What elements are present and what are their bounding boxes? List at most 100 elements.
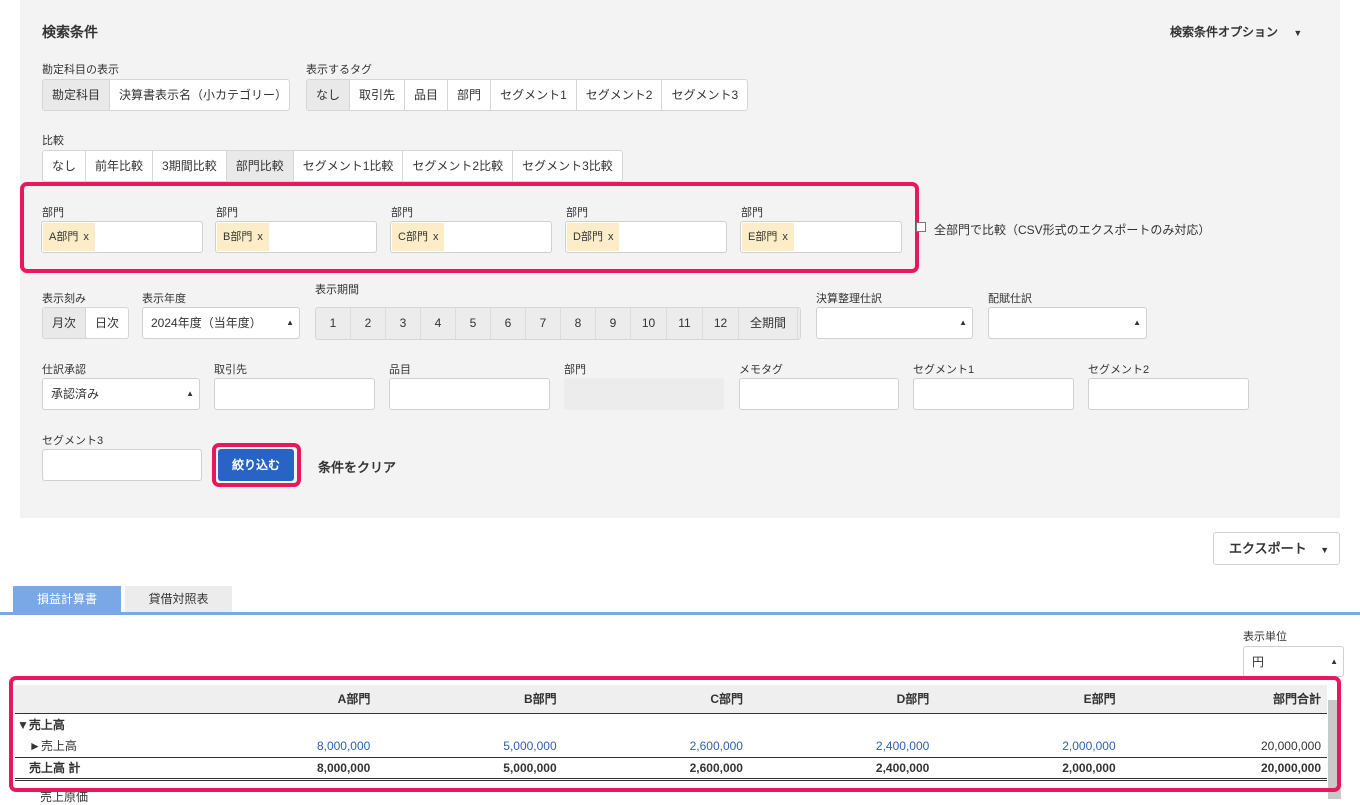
compare-option-segment2[interactable]: セグメント2比較 — [403, 151, 514, 181]
chip-remove-icon[interactable]: x — [433, 231, 439, 243]
approval-select[interactable]: 承認済み ▲ — [42, 378, 200, 410]
period-all[interactable]: 全期間 — [739, 308, 798, 339]
tag-option-partner[interactable]: 取引先 — [350, 80, 406, 110]
period-month-7[interactable]: 7 — [526, 308, 561, 339]
period-month-9[interactable]: 9 — [596, 308, 631, 339]
export-button[interactable]: エクスポート ▼ — [1213, 532, 1340, 565]
department-chip-a-label: A部門 — [49, 231, 79, 243]
department-chip-d-label: D部門 — [573, 231, 603, 243]
tag-option-segment1[interactable]: セグメント1 — [491, 80, 577, 110]
display-unit-daily[interactable]: 日次 — [86, 308, 128, 338]
period-month-2[interactable]: 2 — [351, 308, 386, 339]
compare-option-prev-year[interactable]: 前年比較 — [86, 151, 154, 181]
department-e-label: 部門 — [741, 207, 763, 219]
item-input[interactable] — [389, 378, 550, 410]
segment3-input[interactable] — [42, 449, 202, 481]
compare-toggle: なし 前年比較 3期間比較 部門比較 セグメント1比較 セグメント2比較 セグメ… — [42, 150, 623, 182]
search-options-toggle[interactable]: 検索条件オプション ▼ — [1170, 23, 1302, 40]
item-label: 品目 — [389, 364, 411, 376]
period-month-12[interactable]: 12 — [703, 308, 739, 339]
compare-option-department[interactable]: 部門比較 — [226, 151, 294, 181]
report-table-highlight — [9, 676, 1341, 792]
department-e-input[interactable]: E部門 x — [740, 221, 902, 253]
compare-label: 比較 — [42, 135, 64, 147]
period-month-8[interactable]: 8 — [561, 308, 596, 339]
department-b-label: 部門 — [216, 207, 238, 219]
fiscal-year-select[interactable]: 2024年度（当年度） ▲ — [142, 307, 300, 339]
department-chip-d: D部門 x — [567, 223, 620, 251]
period-month-6[interactable]: 6 — [491, 308, 526, 339]
chip-remove-icon[interactable]: x — [83, 231, 89, 243]
department-chip-a: A部門 x — [43, 223, 95, 251]
tag-display-toggle: なし 取引先 品目 部門 セグメント1 セグメント2 セグメント3 — [306, 79, 749, 111]
fiscal-year-value: 2024年度（当年度） — [151, 316, 262, 330]
filter-button[interactable]: 絞り込む — [218, 449, 294, 481]
tag-option-department[interactable]: 部門 — [448, 80, 492, 110]
period-month-11[interactable]: 11 — [667, 308, 703, 339]
all-department-compare-checkbox[interactable] — [916, 222, 926, 232]
display-unit-label: 表示刻み — [42, 293, 86, 305]
department-c-input[interactable]: C部門 x — [390, 221, 552, 253]
display-unit-amount-label: 表示単位 — [1243, 631, 1287, 643]
period-month-5[interactable]: 5 — [456, 308, 491, 339]
partner-input[interactable] — [214, 378, 375, 410]
department-chip-b: B部門 x — [217, 223, 269, 251]
select-arrows-icon: ▲ — [1330, 657, 1338, 666]
segment2-label: セグメント2 — [1088, 364, 1150, 376]
department-chip-c: C部門 x — [392, 223, 445, 251]
caret-down-icon: ▼ — [1293, 28, 1303, 38]
period-selector: 1 2 3 4 5 6 7 8 9 10 11 12 全期間 — [315, 307, 801, 340]
account-display-toggle: 勘定科目 決算書表示名（小カテゴリー） — [42, 79, 290, 111]
search-title: 検索条件 — [42, 24, 98, 40]
partner-label: 取引先 — [214, 364, 247, 376]
department-chip-c-label: C部門 — [398, 231, 428, 243]
period-month-1[interactable]: 1 — [316, 308, 351, 339]
period-month-3[interactable]: 3 — [386, 308, 421, 339]
tab-balance-sheet[interactable]: 貸借対照表 — [125, 586, 232, 613]
department-chip-e: E部門 x — [742, 223, 794, 251]
memo-tag-label: メモタグ — [739, 364, 783, 376]
department-d-label: 部門 — [566, 207, 588, 219]
chip-remove-icon[interactable]: x — [257, 231, 263, 243]
clear-conditions-link[interactable]: 条件をクリア — [318, 457, 396, 476]
memo-tag-input[interactable] — [739, 378, 899, 410]
segment1-input[interactable] — [913, 378, 1074, 410]
display-unit-amount-select[interactable]: 円 ▲ — [1243, 646, 1344, 677]
segment1-label: セグメント1 — [913, 364, 975, 376]
display-unit-monthly[interactable]: 月次 — [43, 308, 87, 338]
all-department-compare-label: 全部門で比較（CSV形式のエクスポートのみ対応） — [934, 223, 1211, 237]
department-a-input[interactable]: A部門 x — [41, 221, 203, 253]
period-month-4[interactable]: 4 — [421, 308, 456, 339]
tag-option-segment3[interactable]: セグメント3 — [662, 80, 747, 110]
tag-option-item[interactable]: 品目 — [405, 80, 449, 110]
allocation-entries-label: 配賦仕訳 — [988, 293, 1032, 305]
closing-entries-select[interactable]: ▲ — [816, 307, 973, 339]
period-month-10[interactable]: 10 — [631, 308, 667, 339]
chip-remove-icon[interactable]: x — [782, 231, 788, 243]
chip-remove-icon[interactable]: x — [608, 231, 614, 243]
compare-option-segment3[interactable]: セグメント3比較 — [513, 151, 622, 181]
account-display-label: 勘定科目の表示 — [42, 64, 119, 76]
department-filter-input — [564, 378, 724, 410]
compare-option-none[interactable]: なし — [43, 151, 87, 181]
department-d-input[interactable]: D部門 x — [565, 221, 727, 253]
select-arrows-icon: ▲ — [286, 318, 294, 327]
allocation-entries-select[interactable]: ▲ — [988, 307, 1147, 339]
export-button-label: エクスポート — [1229, 541, 1307, 556]
fiscal-year-label: 表示年度 — [142, 293, 186, 305]
approval-label: 仕訳承認 — [42, 364, 86, 376]
account-display-option-statement[interactable]: 決算書表示名（小カテゴリー） — [110, 80, 289, 110]
select-arrows-icon: ▲ — [1133, 318, 1141, 327]
closing-entries-label: 決算整理仕訳 — [816, 293, 882, 305]
tab-underline — [0, 612, 1360, 615]
tag-option-none[interactable]: なし — [307, 80, 351, 110]
compare-option-3period[interactable]: 3期間比較 — [153, 151, 227, 181]
display-unit-amount-value: 円 — [1252, 655, 1265, 669]
compare-option-segment1[interactable]: セグメント1比較 — [294, 151, 404, 181]
department-filter-label: 部門 — [564, 364, 586, 376]
tag-option-segment2[interactable]: セグメント2 — [577, 80, 663, 110]
account-display-option-account[interactable]: 勘定科目 — [43, 80, 111, 110]
segment2-input[interactable] — [1088, 378, 1249, 410]
department-b-input[interactable]: B部門 x — [215, 221, 377, 253]
tab-income-statement[interactable]: 損益計算書 — [13, 586, 121, 613]
